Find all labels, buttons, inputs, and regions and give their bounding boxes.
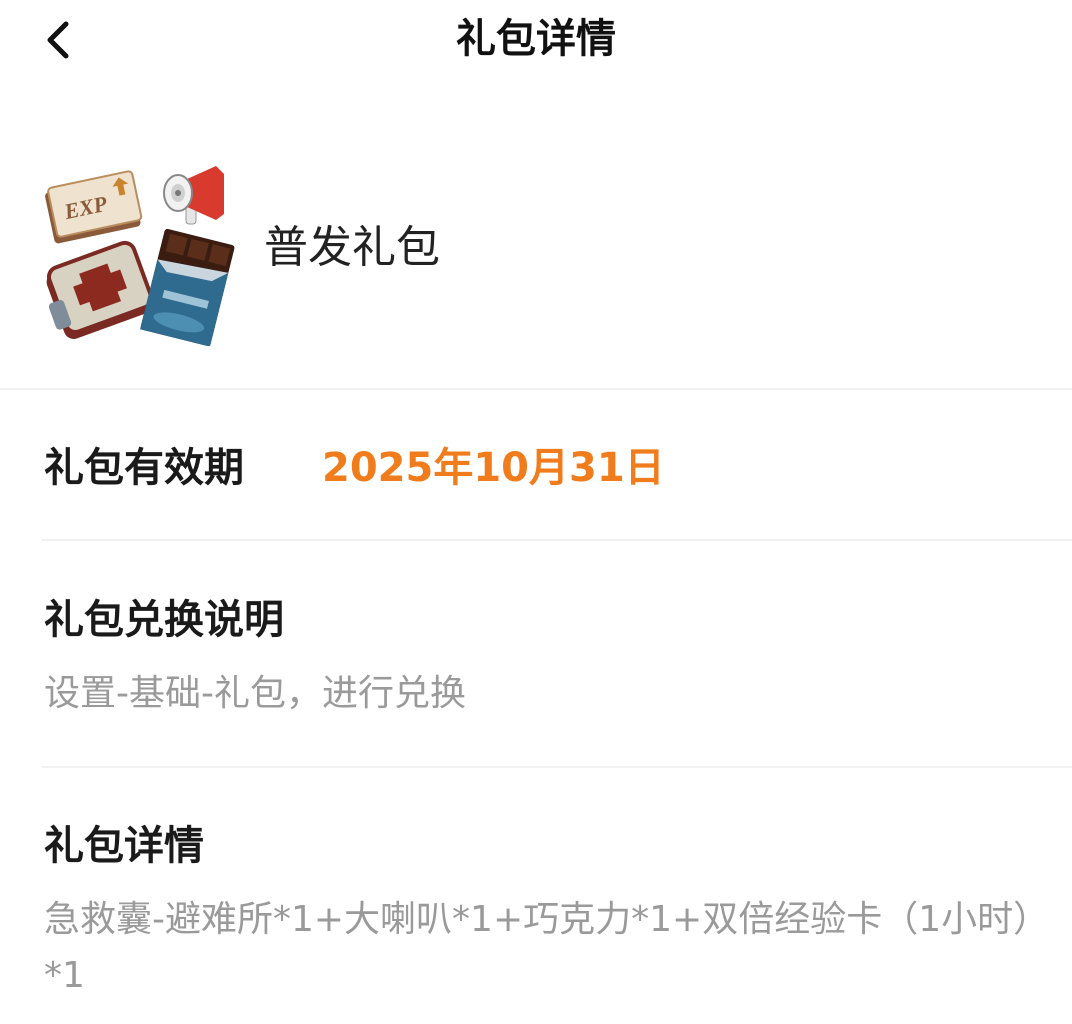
divider bbox=[42, 766, 1072, 768]
validity-label: 礼包有效期 bbox=[44, 445, 244, 491]
page-title: 礼包详情 bbox=[456, 16, 616, 62]
nav-bar: 礼包详情 bbox=[0, 0, 1072, 80]
gift-contents-title: 礼包详情 bbox=[44, 823, 204, 869]
validity-date: 2025年10月31日 bbox=[322, 445, 665, 491]
gift-detail-page: 礼包详情 EXP 普发礼包 礼包有效期 2025年10月31日 礼包兑换说明 设… bbox=[0, 0, 1072, 1024]
validity-row: 礼包有效期 2025年10月31日 bbox=[44, 440, 1044, 500]
gift-header: EXP 普发礼包 bbox=[0, 150, 1072, 350]
redeem-instructions-title: 礼包兑换说明 bbox=[44, 597, 284, 643]
redeem-instructions-text: 设置-基础-礼包，进行兑换 bbox=[44, 673, 466, 714]
divider bbox=[42, 539, 1072, 541]
divider bbox=[0, 388, 1072, 390]
gift-contents-text: 急救囊-避难所*1+大喇叭*1+巧克力*1+双倍经验卡（1小时）*1 bbox=[44, 899, 1032, 996]
gift-items-image: EXP bbox=[40, 156, 236, 346]
gift-contents-section: 礼包详情 急救囊-避难所*1+大喇叭*1+巧克力*1+双倍经验卡（1小时）*1 bbox=[44, 818, 1034, 1004]
gift-name: 普发礼包 bbox=[264, 222, 440, 273]
redeem-instructions-section: 礼包兑换说明 设置-基础-礼包，进行兑换 bbox=[44, 592, 1034, 722]
